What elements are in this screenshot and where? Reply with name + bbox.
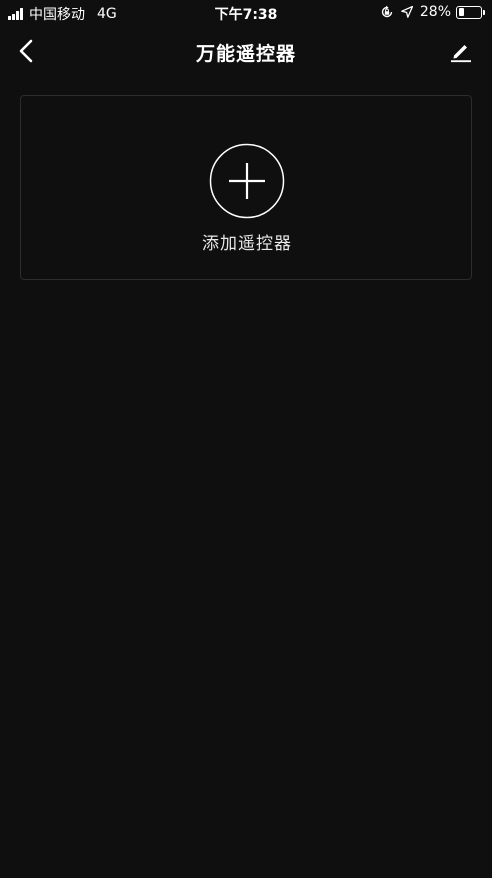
status-right: 28% <box>380 4 485 20</box>
edit-button[interactable] <box>448 38 474 64</box>
add-remote-card[interactable]: 添加遥控器 <box>20 95 472 280</box>
battery-icon <box>456 5 485 19</box>
location-arrow-icon <box>401 6 413 18</box>
pencil-icon <box>451 45 471 63</box>
rotation-lock-icon <box>380 5 394 19</box>
navigation-bar: 万能遥控器 <box>0 26 492 78</box>
battery-percent: 28% <box>419 4 451 20</box>
status-bar: 中国移动 4G 下午7:38 28% <box>0 0 492 26</box>
page-title: 万能遥控器 <box>195 43 296 65</box>
battery-fill <box>458 8 465 16</box>
plus-circle-icon <box>209 143 285 219</box>
add-remote-label: 添加遥控器 <box>202 234 292 254</box>
screen: 中国移动 4G 下午7:38 28% 万能遥控器 添加遥控器 <box>0 0 492 878</box>
